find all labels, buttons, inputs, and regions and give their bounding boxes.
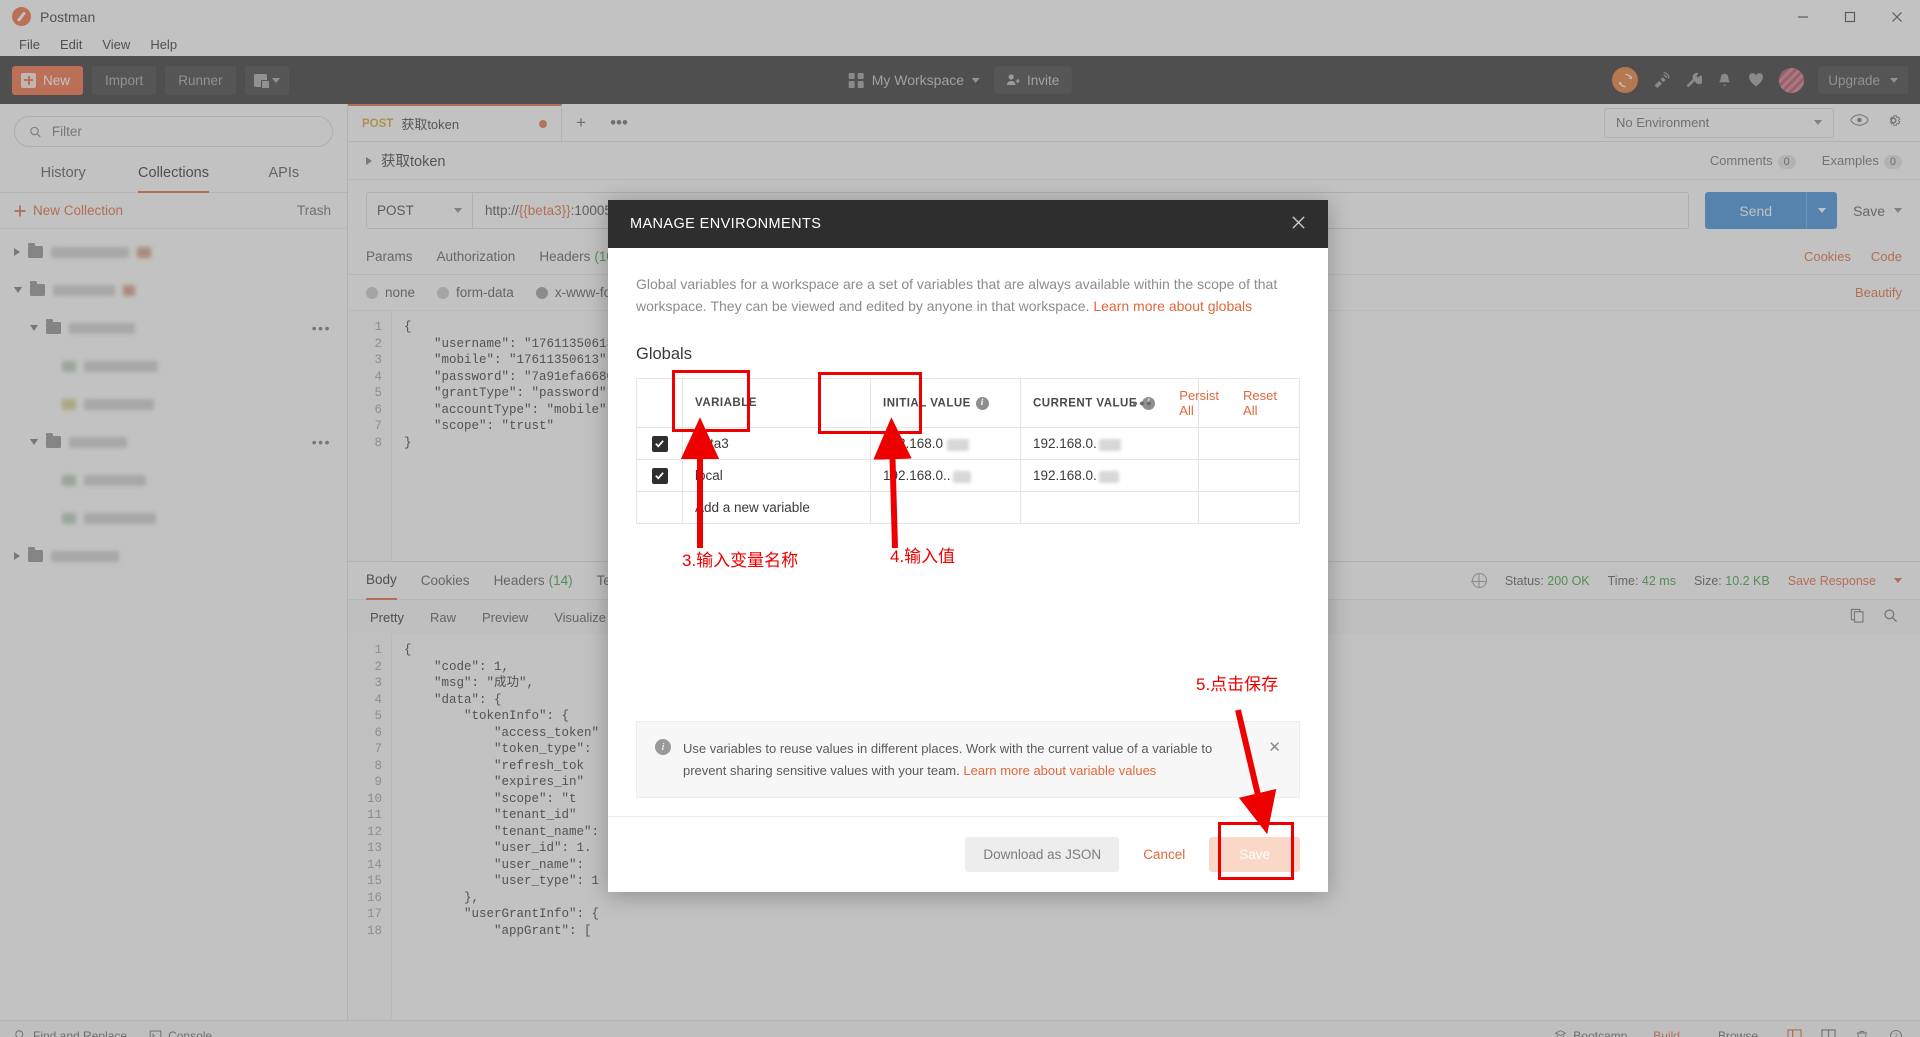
redacted-value [947,438,970,451]
checkbox-checked-icon[interactable] [651,467,668,484]
row-actions-cell [1198,459,1300,493]
learn-more-globals-link[interactable]: Learn more about globals [1093,298,1252,314]
th-actions: ••• Persist All Reset All [1133,378,1300,429]
modal-body: Global variables for a workspace are a s… [608,248,1328,721]
annotation-label-step5: 5.点击保存 [1196,675,1279,694]
row-current-value-cell[interactable]: 192.168.0. [1020,459,1199,493]
modal-description: Global variables for a workspace are a s… [636,274,1300,317]
row-current-value-text: 192.168.0. [1033,436,1097,452]
table-options-icon[interactable]: ••• [1119,395,1168,411]
persist-all-button[interactable]: Persist All [1167,388,1231,418]
redacted-value [1098,470,1119,483]
note-text: Use variables to reuse values in differe… [683,738,1246,781]
modal-title: MANAGE ENVIRONMENTS [630,216,822,232]
add-row-actions-cell [1198,491,1300,525]
annotation-box-save [1218,822,1294,880]
reset-all-button[interactable]: Reset All [1231,388,1289,418]
add-new-variable-input[interactable]: Add a new variable [682,491,871,525]
row-initial-value-cell[interactable]: 192.168.0.. [870,459,1021,493]
modal-info-note: i Use variables to reuse values in diffe… [636,721,1300,798]
modal-header: MANAGE ENVIRONMENTS [608,200,1328,248]
info-icon: i [655,739,671,756]
row-initial-value-text: 192.168.0.. [883,468,951,484]
row-current-value-text: 192.168.0. [1033,468,1097,484]
download-as-json-button[interactable]: Download as JSON [965,837,1120,872]
add-row-checkbox-cell [636,491,683,525]
globals-section-title: Globals [636,345,692,364]
annotation-box-variable [672,370,750,432]
row-variable-cell[interactable]: local [682,459,871,493]
learn-more-variable-values-link[interactable]: Learn more about variable values [963,763,1156,778]
row-checkbox-cell[interactable] [636,427,683,461]
row-checkbox-cell[interactable] [636,459,683,493]
table-row[interactable]: local 192.168.0.. 192.168.0. [636,459,1300,493]
checkbox-checked-icon[interactable] [651,435,668,452]
row-current-value-cell[interactable]: 192.168.0. [1020,427,1199,461]
add-row-initial-cell[interactable] [870,491,1021,525]
add-row-current-cell[interactable] [1020,491,1199,525]
redacted-value [952,470,971,483]
dismiss-note-icon[interactable]: ✕ [1268,738,1281,756]
table-row[interactable]: beta3 192.168.0 192.168.0. [636,427,1300,461]
annotation-label-step3: 3.输入变量名称 [682,551,799,570]
cancel-button[interactable]: Cancel [1127,837,1201,872]
annotation-box-initial-value [818,372,922,434]
row-initial-value-text: 192.168.0 [883,436,944,452]
annotation-label-step4: 4.输入值 [890,547,956,566]
close-icon[interactable] [1291,215,1306,234]
postman-app-window: Postman File Edit View Help New Import R… [0,0,1920,1037]
info-icon[interactable]: i [975,396,989,410]
redacted-value [1098,438,1121,451]
row-actions-cell [1198,427,1300,461]
table-row-add-new[interactable]: Add a new variable [636,491,1300,525]
